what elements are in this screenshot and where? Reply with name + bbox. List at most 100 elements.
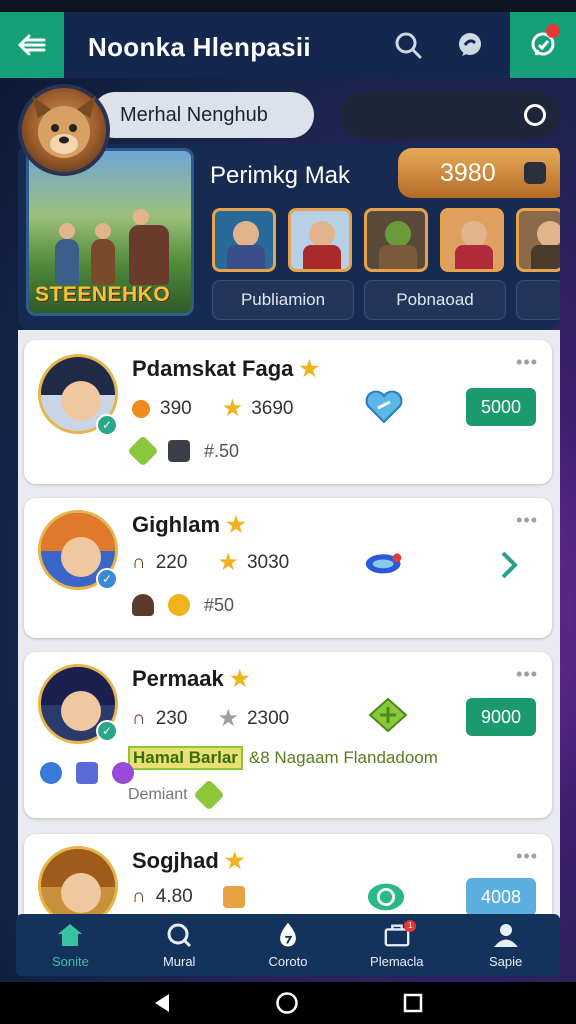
- price-button[interactable]: 5000: [466, 388, 536, 426]
- username-pill[interactable]: Merhal Nenghub: [92, 92, 314, 138]
- player-name: Pdamskat Faga ★: [132, 356, 320, 381]
- star-count: 3690: [251, 397, 294, 419]
- chest-icon: [168, 440, 190, 462]
- more-panel-button[interactable]: [516, 280, 560, 320]
- sub-row: #.50: [127, 435, 240, 467]
- character-thumb[interactable]: [212, 208, 276, 272]
- nav-label: Sapie: [488, 953, 523, 969]
- arch-icon: ∩: [132, 886, 146, 907]
- badge-row: [40, 762, 148, 784]
- star-icon: ★: [221, 395, 244, 422]
- sub-row: #50: [132, 594, 234, 616]
- game-logo: STEENEHKO: [35, 283, 171, 306]
- recents-square-icon[interactable]: [402, 992, 424, 1014]
- score-pill[interactable]: 3980: [398, 148, 560, 198]
- dog-avatar-icon: [32, 96, 96, 158]
- nav-badge: 1: [404, 920, 417, 932]
- notifications-button[interactable]: [510, 12, 576, 78]
- publication-button[interactable]: Publiamion: [212, 280, 354, 320]
- score-value: 3980: [440, 158, 496, 187]
- arch-icon: ∩: [132, 707, 146, 729]
- back-arrow-icon: [17, 34, 46, 56]
- chevron-right-icon[interactable]: [494, 548, 524, 582]
- notification-badge: [546, 24, 560, 38]
- leaf-icon: [127, 435, 159, 467]
- star-count: 2300: [246, 707, 290, 729]
- coin-icon: [132, 399, 150, 418]
- chat-icon: [459, 33, 481, 56]
- panel-title: Perimkg Mak: [210, 162, 351, 189]
- player-name: Permaak ★: [132, 666, 250, 691]
- shell-icon[interactable]: [364, 546, 404, 580]
- coin-count: 230: [155, 707, 188, 729]
- star-icon: ★: [217, 705, 239, 732]
- username: Merhal Nenghub: [120, 103, 268, 126]
- more-options-icon[interactable]: •••: [516, 846, 538, 867]
- sub-value: #.50: [204, 440, 240, 461]
- swirl-icon[interactable]: [366, 880, 406, 914]
- app-bar: Noonka Hlenpasii: [0, 12, 576, 78]
- chat-button[interactable]: [452, 27, 488, 63]
- player-name: Sogjhad ★: [132, 848, 245, 873]
- nav-item-create[interactable]: Coroto: [234, 914, 343, 976]
- search-icon: [165, 922, 193, 948]
- pencil-icon: [40, 762, 62, 784]
- nav-item-briefcase[interactable]: 1 Plemacla: [342, 914, 451, 976]
- player-card[interactable]: Sogjhad ★ ••• ∩ 4.80 4008: [24, 834, 552, 918]
- price-button[interactable]: 9000: [466, 698, 536, 736]
- search-button[interactable]: [390, 27, 426, 63]
- coin-count: 4.80: [155, 886, 193, 907]
- clover-icon[interactable]: [368, 697, 408, 733]
- coin-count: 220: [155, 551, 188, 573]
- back-triangle-icon[interactable]: [152, 992, 172, 1014]
- character-thumb[interactable]: [288, 208, 352, 272]
- nav-item-home[interactable]: Sonite: [16, 914, 125, 976]
- verified-badge-icon: ✓: [96, 568, 118, 590]
- chest-icon: [222, 886, 245, 908]
- nav-item-profile[interactable]: Sapie: [451, 914, 560, 976]
- star-icon: ★: [226, 512, 246, 537]
- nav-label: Plemacla: [370, 953, 424, 969]
- character-thumb[interactable]: [440, 208, 504, 272]
- person-icon: [492, 922, 520, 948]
- verified-badge-icon: ✓: [96, 720, 118, 742]
- shield-icon: [524, 162, 546, 184]
- character-thumb[interactable]: [364, 208, 428, 272]
- bottom-nav: Sonite Mural Coroto 1 Plemacla Sapie: [16, 914, 560, 976]
- player-card[interactable]: ✓ Pdamskat Faga ★ ••• 390 ★ 3690 5000 #.5…: [24, 340, 552, 484]
- search-pill[interactable]: [340, 92, 560, 138]
- more-options-icon[interactable]: •••: [516, 352, 538, 373]
- player-card[interactable]: ✓ Gighlam ★ ••• ∩ 220 ★ 3030 #50: [24, 498, 552, 638]
- nav-label: Coroto: [268, 953, 308, 969]
- promo-text: &8 Nagaam Flandadoom: [248, 748, 438, 767]
- nav-item-search[interactable]: Mural: [125, 914, 234, 976]
- character-figure: [55, 223, 79, 285]
- nav-label: Sonite: [51, 953, 89, 969]
- player-avatar: [38, 846, 118, 918]
- arch-icon: ∩: [132, 551, 146, 573]
- download-button[interactable]: Pobnaoad: [364, 280, 506, 320]
- status-bar: [0, 0, 576, 12]
- toggle-circle-icon: [524, 104, 546, 126]
- coin-icon: [168, 594, 190, 616]
- character-thumb[interactable]: [516, 208, 560, 272]
- heart-ticket-icon[interactable]: [364, 390, 404, 424]
- more-options-icon[interactable]: •••: [516, 510, 538, 531]
- footer-row: Demiant: [128, 779, 234, 811]
- more-options-icon[interactable]: •••: [516, 664, 538, 685]
- coin-count: 390: [160, 397, 192, 419]
- home-icon: [56, 922, 84, 948]
- user-avatar[interactable]: [18, 84, 110, 176]
- star-icon: ★: [217, 549, 239, 576]
- home-circle-icon[interactable]: [275, 991, 299, 1015]
- star-icon: ★: [224, 848, 245, 873]
- star-count: 3030: [246, 551, 290, 573]
- footer-label: Demiant: [128, 786, 188, 803]
- leaf-icon: [193, 779, 225, 811]
- player-card[interactable]: ✓ Permaak ★ ••• ∩ 230 ★ 2300 9000 Hamal Ba…: [24, 652, 552, 818]
- price-button[interactable]: 4008: [466, 878, 536, 916]
- sub-value: #50: [204, 594, 235, 615]
- stat-row: ∩ 220 ★ 3030: [132, 548, 289, 577]
- drop-icon: [274, 922, 302, 948]
- back-button[interactable]: [0, 12, 64, 78]
